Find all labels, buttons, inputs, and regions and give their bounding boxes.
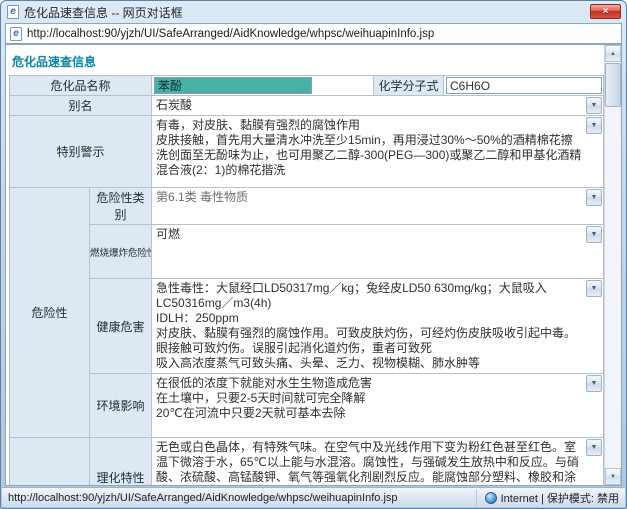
window-title: 危化品速查信息 -- 网页对话框 [24,4,183,21]
ie-page-icon: e [7,5,19,19]
ie-page-icon: e [10,27,22,41]
scroll-up-icon[interactable]: ▲ [605,45,621,62]
dropdown-arrow-icon[interactable]: ▼ [586,97,602,114]
close-button[interactable]: × [590,4,621,19]
table-row: 健康危害 急性毒性：大鼠经口LD50317mg／kg；兔经皮LD50 630mg… [10,279,604,374]
environment-label: 环境影响 [90,374,152,438]
formula-input[interactable] [446,77,602,94]
title-bar[interactable]: e 危化品速查信息 -- 网页对话框 × [1,1,626,23]
alias-value: 石炭酸 [156,98,583,113]
status-bar: http://localhost:90/yjzh/UI/SafeArranged… [2,487,625,507]
dropdown-arrow-icon[interactable]: ▼ [586,439,602,456]
physical-properties-cell: 无色或白色晶体，有特殊气味。在空气中及光线作用下变为粉红色甚至红色。室温下微溶于… [152,438,604,487]
chemical-name-cell [152,76,374,96]
table-row: 危化品名称 化学分子式 [10,76,604,96]
dropdown-arrow-icon[interactable]: ▼ [586,117,602,134]
hazard-class-value: 第6.1类 毒性物质 [156,190,583,205]
table-row: 环境影响 在很低的浓度下就能对水生生物造成危害 在土壤中，只要2-5天时间就可完… [10,374,604,438]
table-row: 理化特性 无色或白色晶体，有特殊气味。在空气中及光线作用下变为粉红色甚至红色。室… [10,438,604,487]
dropdown-arrow-icon[interactable]: ▼ [586,280,602,297]
special-warning-label: 特别警示 [10,116,152,188]
chemical-name-input[interactable] [154,77,312,94]
environment-value: 在很低的浓度下就能对水生生物造成危害 在土壤中，只要2-5天时间就可完全降解 2… [156,376,583,421]
table-row: 别名 石炭酸 ▼ [10,96,604,116]
alias-cell: 石炭酸 ▼ [152,96,604,116]
status-zone-text: Internet | 保护模式: 禁用 [501,490,619,506]
scrollbar-thumb[interactable] [605,63,621,107]
physical-properties-value: 无色或白色晶体，有特殊气味。在空气中及光线作用下变为粉红色甚至红色。室温下微溶于… [156,440,583,486]
alias-label: 别名 [10,96,152,116]
hazard-group-label: 危险性 [10,188,90,438]
chemical-info-table: 危化品名称 化学分子式 别名 石炭酸 ▼ 特别警示 有毒，对皮 [9,75,604,486]
table-row: 危险性 危险性类别 第6.1类 毒性物质 ▼ [10,188,604,225]
page-title: 危化品速查信息 [12,53,621,70]
fire-explosion-cell: 可燃 ▼ [152,225,604,279]
special-warning-value: 有毒，对皮肤、黏膜有强烈的腐蚀作用 皮肤接触，首先用大量清水冲洗至少15min，… [156,118,583,178]
address-bar: e http://localhost:90/yjzh/UI/SafeArrang… [5,23,622,44]
formula-label: 化学分子式 [374,76,444,96]
globe-icon [485,492,497,504]
formula-cell [444,76,604,96]
hazard-class-cell: 第6.1类 毒性物质 ▼ [152,188,604,225]
status-zone: Internet | 保护模式: 禁用 [476,490,619,506]
health-hazard-cell: 急性毒性：大鼠经口LD50317mg／kg；兔经皮LD50 630mg/kg；大… [152,279,604,374]
table-row: 燃烧爆炸危险性 可燃 ▼ [10,225,604,279]
chemical-name-label: 危化品名称 [10,76,152,96]
dropdown-arrow-icon[interactable]: ▼ [586,226,602,243]
status-url: http://localhost:90/yjzh/UI/SafeArranged… [8,492,476,504]
health-hazard-value: 急性毒性：大鼠经口LD50317mg／kg；兔经皮LD50 630mg/kg；大… [156,281,583,371]
dropdown-arrow-icon[interactable]: ▼ [586,189,602,206]
environment-cell: 在很低的浓度下就能对水生生物造成危害 在土壤中，只要2-5天时间就可完全降解 2… [152,374,604,438]
dropdown-arrow-icon[interactable]: ▼ [586,375,602,392]
vertical-scrollbar[interactable]: ▲ ▼ [604,45,621,485]
fire-explosion-label: 燃烧爆炸危险性 [90,225,152,279]
special-warning-cell: 有毒，对皮肤、黏膜有强烈的腐蚀作用 皮肤接触，首先用大量清水冲洗至少15min，… [152,116,604,188]
scroll-down-icon[interactable]: ▼ [605,468,621,485]
dialog-window: e 危化品速查信息 -- 网页对话框 × e http://localhost:… [0,0,627,509]
hazard-class-label: 危险性类别 [90,188,152,225]
address-url: http://localhost:90/yjzh/UI/SafeArranged… [27,28,434,40]
fire-explosion-value: 可燃 [156,227,583,242]
content-panel: 危化品速查信息 危化品名称 化学分子式 别名 石炭酸 ▼ [5,44,622,486]
spacer-cell [10,438,90,487]
physical-properties-label: 理化特性 [90,438,152,487]
health-hazard-label: 健康危害 [90,279,152,374]
table-row: 特别警示 有毒，对皮肤、黏膜有强烈的腐蚀作用 皮肤接触，首先用大量清水冲洗至少1… [10,116,604,188]
